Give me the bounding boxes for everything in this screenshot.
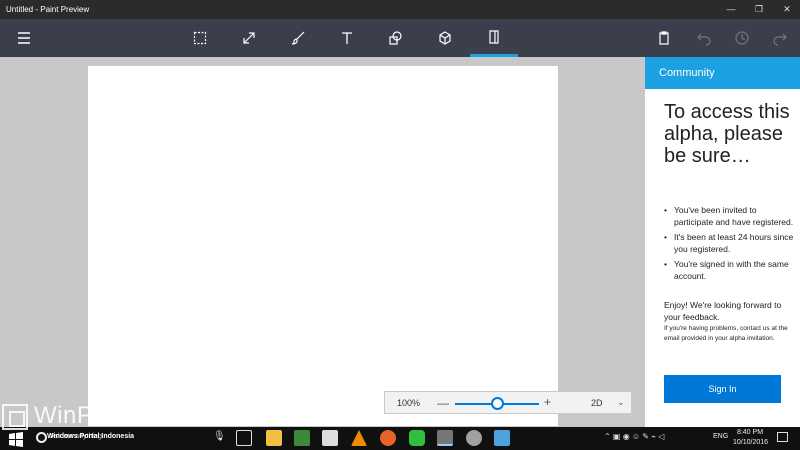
brush-icon[interactable] [274,19,322,57]
language-indicator[interactable]: ENG [713,433,728,440]
shapes-icon[interactable] [372,19,420,57]
panel-header: Community [645,57,800,89]
taskbar: Ask me anything 🎙 ⌃ ▣ ◉ ☺ ✎ ⌁ ◁ ENG 8:40… [0,427,800,450]
redo-icon[interactable] [756,19,800,57]
maximize-icon[interactable]: ❐ [744,0,774,19]
help-text: If you're having problems, contact us at… [664,325,788,342]
minimize-icon[interactable]: — [716,0,746,19]
view-mode-label[interactable]: 2D [591,398,603,408]
marquee-select-icon[interactable] [176,19,224,57]
firefox-icon[interactable] [380,430,396,446]
title-bar: Untitled - Paint Preview — ❐ ✕ [0,0,800,19]
chevron-down-icon[interactable]: ⌄ [617,397,625,408]
window-title: Untitled - Paint Preview [6,5,90,14]
close-icon[interactable]: ✕ [772,0,800,19]
zoom-in-icon[interactable]: + [544,395,551,409]
canvas-icon[interactable] [470,19,518,57]
cortana-icon[interactable] [36,432,47,443]
requirements-list: You've been invited to participate and h… [664,204,796,285]
system-tray-icons[interactable]: ⌃ ▣ ◉ ☺ ✎ ⌁ ◁ [604,432,664,441]
list-item: It's been at least 24 hours since you re… [664,231,796,255]
zoom-percent: 100% [397,398,421,408]
workspace: 100% — + 2D ⌄ [0,57,645,427]
task-view-icon[interactable] [236,430,252,446]
app-icon-2[interactable] [466,430,482,446]
store-icon[interactable] [322,430,338,446]
enjoy-text: Enjoy! We're looking forward to your fee… [664,300,782,322]
zoom-slider-thumb[interactable] [490,397,504,410]
list-item: You're signed in with the same account. [664,258,796,282]
app-icon[interactable] [294,430,310,446]
panel-headline: To access this alpha, please be sure… [664,101,790,167]
zoom-out-icon[interactable]: — [437,396,449,410]
file-explorer-icon[interactable] [266,430,282,446]
notification-icon[interactable] [777,432,788,442]
list-item: You've been invited to participate and h… [664,204,796,228]
app-icon-3[interactable] [494,430,510,446]
cube-icon[interactable] [421,19,469,57]
crop-resize-icon[interactable] [225,19,273,57]
vlc-icon[interactable] [351,430,367,446]
hamburger-icon[interactable] [0,19,48,57]
paint-icon[interactable] [437,430,453,446]
windows-start-icon[interactable] [8,431,24,447]
text-icon[interactable] [323,19,371,57]
line-icon[interactable] [409,430,425,446]
toolbar [0,19,800,57]
clock[interactable]: 8:40 PM 10/10/2016 [733,428,769,448]
sign-in-button[interactable]: Sign In [664,375,781,403]
search-box[interactable]: Ask me anything [50,433,102,440]
zoom-bar: 100% — + 2D ⌄ [384,391,632,414]
community-panel: Community To access this alpha, please b… [645,57,800,427]
clock-date: 10/10/2016 [733,439,769,446]
drawing-canvas[interactable] [88,66,558,426]
clock-time: 8:40 PM [736,429,764,436]
microphone-icon[interactable]: 🎙 [213,431,226,442]
